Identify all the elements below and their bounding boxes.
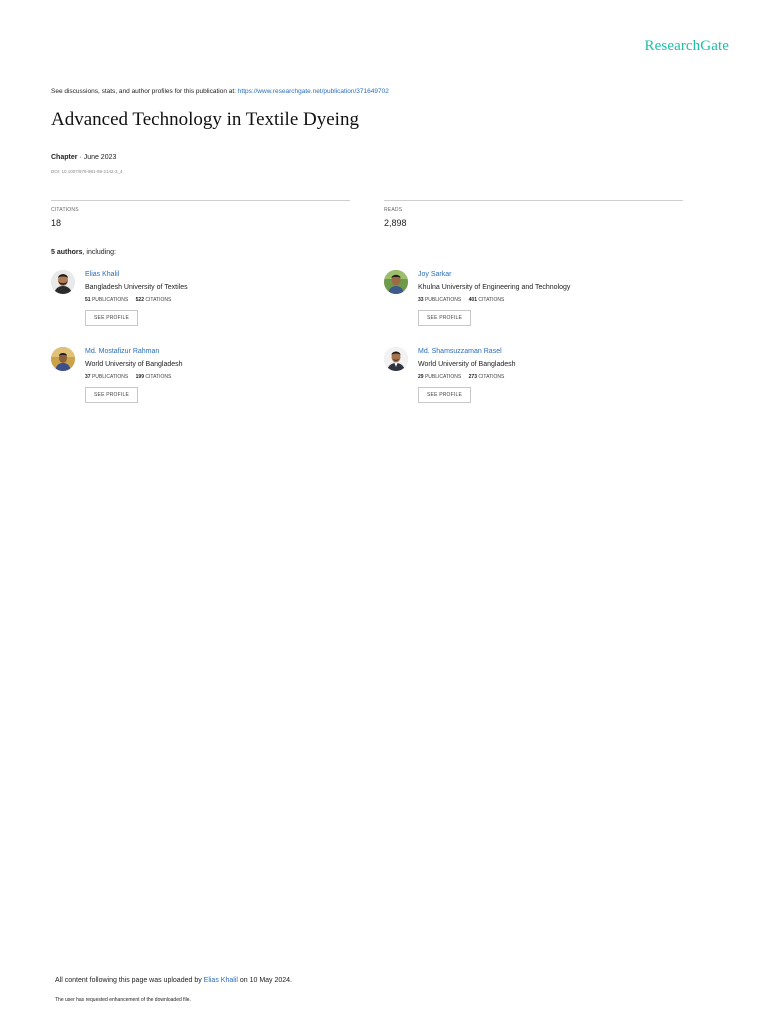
see-profile-button[interactable]: SEE PROFILE: [85, 387, 138, 403]
citations-label: CITATIONS: [145, 297, 172, 303]
see-discussions-text: See discussions, stats, and author profi…: [51, 88, 238, 95]
publication-title: Advanced Technology in Textile Dyeing: [51, 109, 359, 130]
author-info: Md. Mostafizur Rahman World University o…: [85, 347, 183, 403]
author-citations-count: 273: [468, 374, 477, 380]
publications-label: PUBLICATIONS: [91, 297, 129, 303]
upload-suffix: on 10 May 2024.: [237, 977, 292, 984]
researchgate-logo[interactable]: ResearchGate: [645, 38, 729, 55]
authors-heading: 5 authors, including:: [51, 249, 116, 256]
upload-prefix: All content following this page was uplo…: [55, 977, 204, 984]
avatar-man-outdoor-icon: [384, 270, 408, 294]
publication-date: June 2023: [83, 154, 117, 161]
publication-type: Chapter: [51, 154, 78, 161]
author-name[interactable]: Md. Mostafizur Rahman: [85, 347, 183, 356]
author-publications-count: 51: [85, 297, 91, 303]
author-institution: World University of Bangladesh: [418, 361, 516, 368]
author-citations-count: 401: [468, 297, 477, 303]
see-profile-button[interactable]: SEE PROFILE: [85, 310, 138, 326]
uploader-link[interactable]: Elias Khalil: [204, 977, 238, 984]
publications-label: PUBLICATIONS: [91, 374, 129, 380]
reads-value: 2,898: [384, 218, 407, 228]
author-stats: 37 PUBLICATIONS 199 CITATIONS: [85, 374, 183, 380]
author-publications-count: 33: [418, 297, 424, 303]
reads-label: READS: [384, 207, 403, 213]
author-name[interactable]: Elias Khalil: [85, 270, 188, 279]
avatar[interactable]: [384, 347, 408, 371]
author-institution: Bangladesh University of Textiles: [85, 284, 188, 291]
author-info: Joy Sarkar Khulna University of Engineer…: [418, 270, 570, 326]
reads-stat: READS 2,898: [384, 200, 683, 228]
publications-label: PUBLICATIONS: [424, 297, 462, 303]
citations-label: CITATIONS: [145, 374, 172, 380]
publication-link[interactable]: https://www.researchgate.net/publication…: [238, 88, 389, 95]
publication-meta: Chapter · June 2023: [51, 154, 116, 161]
author-stats: 29 PUBLICATIONS 273 CITATIONS: [418, 374, 516, 380]
author-publications-count: 37: [85, 374, 91, 380]
authors-suffix: , including:: [82, 249, 116, 256]
citations-label: CITATIONS: [478, 374, 505, 380]
author-info: Elias Khalil Bangladesh University of Te…: [85, 270, 188, 326]
author-publications-count: 29: [418, 374, 424, 380]
citations-label: CITATIONS: [478, 297, 505, 303]
see-profile-button[interactable]: SEE PROFILE: [418, 387, 471, 403]
citations-value: 18: [51, 218, 62, 228]
avatar-man-outdoor-icon: [51, 347, 75, 371]
author-citations-count: 522: [135, 297, 144, 303]
author-institution: World University of Bangladesh: [85, 361, 183, 368]
avatar[interactable]: [51, 270, 75, 294]
avatar[interactable]: [384, 270, 408, 294]
citations-stat: CITATIONS 18: [51, 200, 350, 228]
avatar-man-formal-icon: [384, 347, 408, 371]
avatar-man-beard-icon: [51, 270, 75, 294]
authors-count: 5 authors: [51, 249, 83, 256]
author-citations-count: 199: [135, 374, 144, 380]
citations-label: CITATIONS: [51, 207, 79, 213]
enhancement-note: The user has requested enhancement of th…: [55, 997, 191, 1003]
doi: DOI: 10.1007/978-981-99-2142-3_4: [51, 169, 123, 174]
author-stats: 51 PUBLICATIONS 522 CITATIONS: [85, 297, 188, 303]
author-name[interactable]: Joy Sarkar: [418, 270, 570, 279]
upload-note: All content following this page was uplo…: [55, 977, 292, 984]
author-stats: 33 PUBLICATIONS 401 CITATIONS: [418, 297, 570, 303]
author-name[interactable]: Md. Shamsuzzaman Rasel: [418, 347, 516, 356]
avatar[interactable]: [51, 347, 75, 371]
author-institution: Khulna University of Engineering and Tec…: [418, 284, 571, 291]
author-info: Md. Shamsuzzaman Rasel World University …: [418, 347, 516, 403]
see-profile-button[interactable]: SEE PROFILE: [418, 310, 471, 326]
see-discussions-line: See discussions, stats, and author profi…: [51, 88, 389, 95]
publications-label: PUBLICATIONS: [424, 374, 462, 380]
